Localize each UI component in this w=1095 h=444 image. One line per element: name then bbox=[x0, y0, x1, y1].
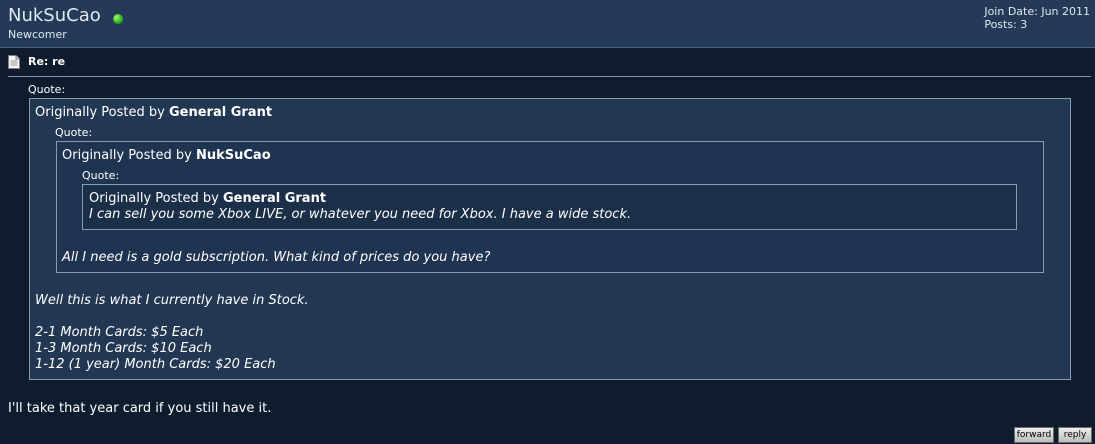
post-title-row: Re: re bbox=[8, 53, 65, 69]
quote-label: Quote: bbox=[55, 126, 93, 139]
user-stats: Join Date: Jun 2011 Posts: 3 bbox=[984, 5, 1090, 31]
title-divider bbox=[8, 76, 1091, 77]
user-rank: Newcomer bbox=[8, 28, 67, 41]
quote-author-outer: General Grant bbox=[168, 105, 273, 120]
quote-author-middle: NukSuCao bbox=[195, 148, 271, 163]
username-link[interactable]: NukSuCao bbox=[8, 5, 101, 27]
quote-text-inner: I can sell you some Xbox LIVE, or whatev… bbox=[89, 207, 632, 222]
quote-text-outer-line: Well this is what I currently have in St… bbox=[35, 293, 309, 308]
quote-label: Quote: bbox=[28, 83, 66, 96]
post-title: Re: re bbox=[28, 54, 66, 68]
join-date: Join Date: Jun 2011 bbox=[984, 5, 1090, 18]
quote-text-outer-line: 1-12 (1 year) Month Cards: $20 Each bbox=[35, 357, 276, 372]
quote-attribution-outer: Originally Posted by General Grant bbox=[35, 105, 272, 120]
originally-posted-by-text: Originally Posted by bbox=[62, 148, 192, 163]
forward-button[interactable]: forward bbox=[1014, 427, 1054, 443]
quote-text-outer-line: 1-3 Month Cards: $10 Each bbox=[35, 341, 212, 356]
online-status-icon bbox=[113, 14, 123, 24]
quote-text-outer-line: 2-1 Month Cards: $5 Each bbox=[35, 325, 204, 340]
originally-posted-by-text: Originally Posted by bbox=[35, 105, 165, 120]
reply-button[interactable]: reply bbox=[1058, 427, 1092, 443]
post-count: Posts: 3 bbox=[984, 18, 1028, 31]
post-header: NukSuCao Newcomer Join Date: Jun 2011 Po… bbox=[0, 0, 1095, 48]
post-body-text: I'll take that year card if you still ha… bbox=[8, 401, 272, 416]
quote-label: Quote: bbox=[82, 169, 120, 182]
document-icon bbox=[8, 54, 20, 69]
originally-posted-by-text: Originally Posted by bbox=[89, 191, 219, 206]
quote-text-middle: All I need is a gold subscription. What … bbox=[62, 250, 491, 265]
quote-author-inner: General Grant bbox=[222, 191, 327, 206]
quote-attribution-middle: Originally Posted by NukSuCao bbox=[62, 148, 271, 163]
quote-attribution-inner: Originally Posted by General Grant bbox=[89, 191, 326, 206]
